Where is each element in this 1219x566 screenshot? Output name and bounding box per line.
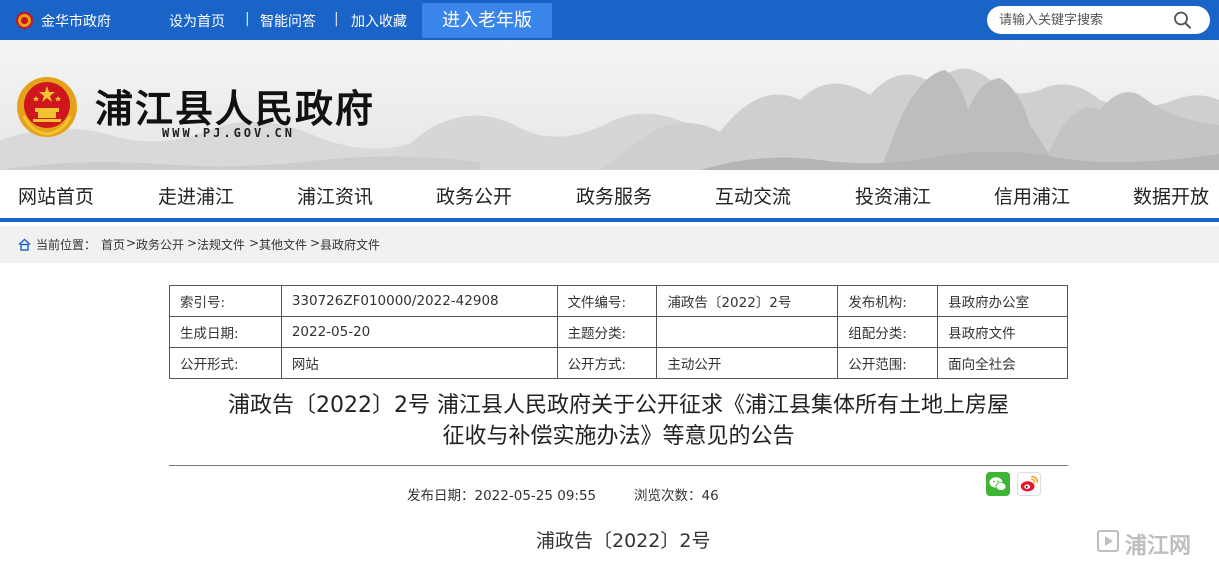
table-row: 生成日期: 2022-05-20 主题分类: 组配分类: 县政府文件 xyxy=(169,316,1068,348)
add-favorite-link[interactable]: 加入收藏 xyxy=(351,11,407,31)
national-emblem-icon xyxy=(17,77,77,137)
site-url: WWW.PJ.GOV.CN xyxy=(162,126,295,140)
meta-value: 面向全社会 xyxy=(937,347,1068,379)
top-bar: 金华市政府 设为首页 | 智能问答 | 加入收藏 进入老年版 xyxy=(0,0,1219,40)
home-icon xyxy=(18,238,31,251)
breadcrumb-other-files[interactable]: 其他文件 xyxy=(259,236,307,253)
meta-label: 发布机构: xyxy=(837,285,939,317)
breadcrumb-separator: > xyxy=(249,236,260,250)
meta-value: 网站 xyxy=(280,347,558,379)
search-input[interactable] xyxy=(999,10,1169,30)
publish-date: 发布日期：2022-05-25 09:55 xyxy=(407,488,597,504)
nav-item-open-data[interactable]: 数据开放 xyxy=(1133,182,1209,209)
breadcrumb: 当前位置： 首页 > 政务公开 > 法规文件 > 其他文件 > 县政府文件 xyxy=(0,226,1219,263)
play-logo-icon xyxy=(1097,530,1119,552)
document-number: 浦政告〔2022〕2号 xyxy=(536,530,711,552)
meta-label: 公开形式: xyxy=(169,347,282,379)
breadcrumb-label: 当前位置： xyxy=(36,238,97,252)
top-separator: | xyxy=(334,11,339,27)
nav-item-home[interactable]: 网站首页 xyxy=(18,182,94,209)
breadcrumb-county-files[interactable]: 县政府文件 xyxy=(320,236,380,253)
site-title: 浦江县人民政府 xyxy=(95,86,376,131)
title-divider xyxy=(169,465,1068,466)
meta-label: 公开范围: xyxy=(837,347,939,379)
meta-value: 330726ZF010000/2022-42908 xyxy=(280,285,558,317)
breadcrumb-separator: > xyxy=(187,236,198,250)
elder-mode-button[interactable]: 进入老年版 xyxy=(422,3,552,38)
meta-value: 县政府办公室 xyxy=(937,285,1068,317)
national-emblem-icon xyxy=(16,12,33,29)
table-row: 索引号: 330726ZF010000/2022-42908 文件编号: 浦政告… xyxy=(169,285,1068,317)
nav-item-news[interactable]: 浦江资讯 xyxy=(297,182,373,209)
meta-value: 主动公开 xyxy=(656,347,839,379)
meta-label: 文件编号: xyxy=(556,285,658,317)
meta-label: 索引号: xyxy=(169,285,282,317)
top-separator: | xyxy=(245,11,250,27)
site-watermark: 浦江网 xyxy=(1097,528,1209,559)
main-nav: 网站首页 走进浦江 浦江资讯 政务公开 政务服务 互动交流 投资浦江 信用浦江 … xyxy=(0,170,1219,222)
breadcrumb-home[interactable]: 首页 xyxy=(101,236,125,253)
meta-label: 主题分类: xyxy=(556,316,658,348)
smart-qa-link[interactable]: 智能问答 xyxy=(260,11,316,31)
nav-item-about[interactable]: 走进浦江 xyxy=(158,182,234,209)
table-row: 公开形式: 网站 公开方式: 主动公开 公开范围: 面向全社会 xyxy=(169,347,1068,379)
article-title: 浦政告〔2022〕2号 浦江县人民政府关于公开征求《浦江县集体所有土地上房屋 征… xyxy=(169,390,1068,452)
document-meta-table: 索引号: 330726ZF010000/2022-42908 文件编号: 浦政告… xyxy=(169,285,1068,379)
meta-value: 浦政告〔2022〕2号 xyxy=(656,285,839,317)
meta-label: 生成日期: xyxy=(169,316,282,348)
site-banner: 浦江县人民政府 WWW.PJ.GOV.CN xyxy=(0,40,1219,170)
nav-item-credit[interactable]: 信用浦江 xyxy=(994,182,1070,209)
nav-item-interaction[interactable]: 互动交流 xyxy=(715,182,791,209)
meta-value: 2022-05-20 xyxy=(280,316,558,348)
jinhua-government-link[interactable]: 金华市政府 xyxy=(41,11,111,31)
breadcrumb-regulations[interactable]: 法规文件 xyxy=(197,236,245,253)
article-title-line: 浦政告〔2022〕2号 浦江县人民政府关于公开征求《浦江县集体所有土地上房屋 xyxy=(228,393,1009,418)
article-title-line: 征收与补偿实施办法》等意见的公告 xyxy=(442,424,795,449)
nav-item-gov-disclosure[interactable]: 政务公开 xyxy=(436,182,512,209)
meta-label: 组配分类: xyxy=(837,316,939,348)
watermark-text: 浦江网 xyxy=(1125,534,1192,559)
nav-item-investment[interactable]: 投资浦江 xyxy=(855,182,931,209)
breadcrumb-gov-disclosure[interactable]: 政务公开 xyxy=(136,236,184,253)
nav-item-gov-services[interactable]: 政务服务 xyxy=(576,182,652,209)
breadcrumb-separator: > xyxy=(310,236,321,250)
meta-label: 公开方式: xyxy=(556,347,658,379)
set-home-link[interactable]: 设为首页 xyxy=(169,11,225,31)
view-count: 浏览次数：46 xyxy=(634,488,719,504)
meta-value: 县政府文件 xyxy=(937,316,1068,348)
weibo-share-icon[interactable] xyxy=(1017,472,1041,496)
search-box xyxy=(987,6,1210,34)
wechat-share-icon[interactable] xyxy=(986,472,1010,496)
meta-value xyxy=(656,316,839,348)
search-icon[interactable] xyxy=(1171,9,1193,31)
breadcrumb-separator: > xyxy=(126,236,137,250)
